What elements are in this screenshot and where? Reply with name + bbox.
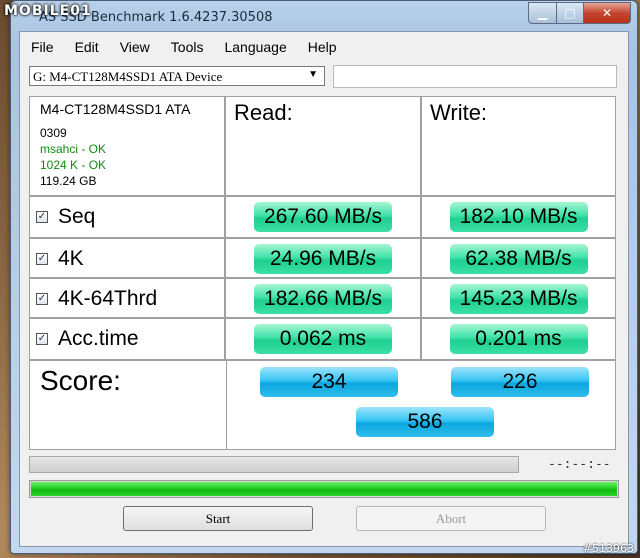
read-header: Read: — [225, 96, 421, 196]
seq-read-cell: 267.60 MB/s — [225, 196, 421, 238]
client-area: File Edit View Tools Language Help G: M4… — [19, 31, 629, 547]
score-label: Score: — [40, 365, 121, 396]
4k64-write-value: 145.23 MB/s — [449, 284, 588, 314]
acctime-write-value: 0.201 ms — [449, 324, 588, 354]
score-total: 586 — [356, 407, 494, 437]
write-header: Write: — [421, 96, 616, 196]
results-grid: M4-CT128M4SSD1 ATA 0309 msahci - OK 1024… — [29, 96, 616, 450]
acctime-read-cell: 0.062 ms — [225, 318, 421, 360]
menu-tools[interactable]: Tools — [160, 37, 214, 57]
test-row-4k64: ✓ 4K-64Thrd — [29, 278, 225, 318]
start-button[interactable]: Start — [123, 506, 313, 531]
seq-checkbox[interactable]: ✓ — [36, 211, 48, 223]
4k64-read-value: 182.66 MB/s — [254, 284, 392, 314]
read-header-label: Read: — [234, 100, 293, 125]
menu-file[interactable]: File — [20, 37, 64, 57]
driver-status: msahci - OK — [40, 142, 107, 156]
test-row-4k: ✓ 4K — [29, 238, 225, 278]
watermark-id: #513963 — [582, 542, 634, 555]
seq-read-value: 267.60 MB/s — [254, 202, 392, 232]
close-button[interactable]: ✕ — [584, 2, 631, 24]
seq-write-cell: 182.10 MB/s — [421, 196, 616, 238]
4k-read-cell: 24.96 MB/s — [225, 238, 421, 278]
4k64-write-cell: 145.23 MB/s — [421, 278, 616, 318]
watermark-logo: MOBILE01 — [4, 3, 92, 19]
4k64-read-cell: 182.66 MB/s — [225, 278, 421, 318]
overall-progress-bar — [29, 480, 619, 498]
score-write: 226 — [451, 367, 589, 397]
alignment-status: 1024 K - OK — [40, 158, 107, 172]
minimize-button[interactable]: ▁ — [528, 2, 557, 24]
acctime-write-cell: 0.201 ms — [421, 318, 616, 360]
test-label-4k: 4K — [58, 247, 84, 270]
minimize-icon: ▁ — [537, 6, 548, 20]
app-window: AS SSD Benchmark 1.6.4237.30508 ▁ □ ✕ Fi… — [10, 0, 638, 554]
drive-select[interactable]: G: M4-CT128M4SSD1 ATA Device ▼ — [29, 66, 325, 86]
score-panel: Score: 234 226 586 — [29, 360, 616, 450]
drive-capacity: 119.24 GB — [40, 174, 97, 188]
menu-help[interactable]: Help — [297, 37, 347, 57]
4k64-checkbox[interactable]: ✓ — [36, 293, 48, 305]
seq-write-value: 182.10 MB/s — [449, 202, 588, 232]
close-icon: ✕ — [601, 6, 613, 20]
score-divider — [226, 361, 227, 449]
overall-progress-fill — [31, 482, 617, 496]
chevron-down-icon: ▼ — [308, 69, 318, 80]
4k-write-cell: 62.38 MB/s — [421, 238, 616, 278]
drive-info-field[interactable] — [333, 65, 617, 88]
drive-info-panel: M4-CT128M4SSD1 ATA 0309 msahci - OK 1024… — [29, 96, 225, 196]
menu-edit[interactable]: Edit — [64, 37, 109, 57]
elapsed-time: --:--:-- — [548, 457, 611, 472]
test-row-acctime: ✓ Acc.time — [29, 318, 225, 360]
acctime-checkbox[interactable]: ✓ — [36, 333, 48, 345]
title-bar[interactable]: AS SSD Benchmark 1.6.4237.30508 ▁ □ ✕ — [11, 1, 637, 31]
menu-bar: File Edit View Tools Language Help — [20, 37, 347, 57]
menu-language[interactable]: Language — [213, 37, 296, 57]
drive-firmware: 0309 — [40, 126, 67, 140]
maximize-icon: □ — [564, 6, 576, 20]
menu-view[interactable]: View — [109, 37, 160, 57]
test-progress-bar — [29, 456, 519, 473]
4k-read-value: 24.96 MB/s — [254, 244, 392, 274]
drive-model: M4-CT128M4SSD1 ATA — [40, 101, 191, 117]
maximize-button[interactable]: □ — [557, 2, 584, 24]
test-label-4k64: 4K-64Thrd — [58, 287, 158, 310]
test-row-seq: ✓ Seq — [29, 196, 225, 238]
write-header-label: Write: — [430, 100, 488, 125]
4k-write-value: 62.38 MB/s — [449, 244, 588, 274]
test-label-seq: Seq — [58, 205, 96, 228]
score-read: 234 — [260, 367, 398, 397]
abort-button[interactable]: Abort — [356, 506, 546, 531]
drive-select-value: G: M4-CT128M4SSD1 ATA Device — [33, 69, 223, 84]
acctime-read-value: 0.062 ms — [254, 324, 392, 354]
test-label-acctime: Acc.time — [58, 327, 139, 350]
4k-checkbox[interactable]: ✓ — [36, 253, 48, 265]
